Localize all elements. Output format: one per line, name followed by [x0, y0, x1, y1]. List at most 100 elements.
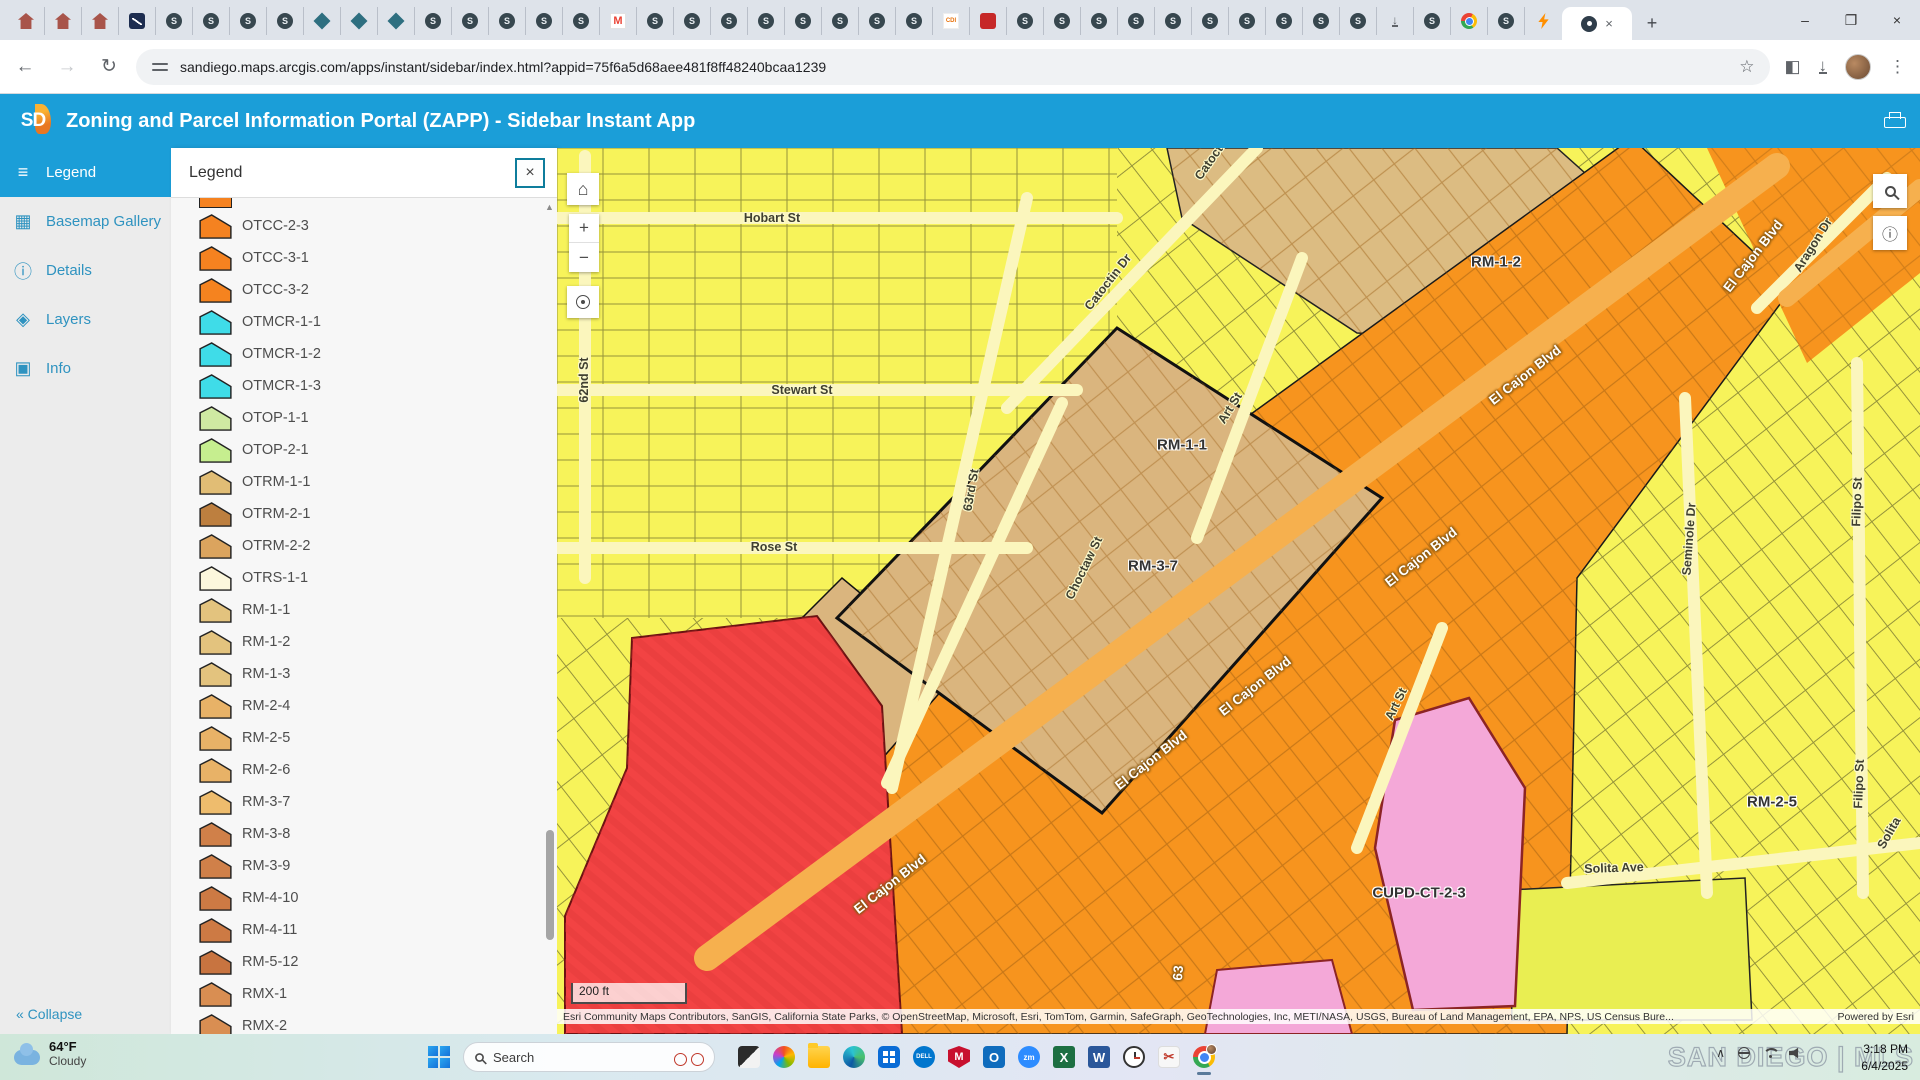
reload-button[interactable]: ↻	[92, 50, 126, 84]
browser-tab[interactable]	[489, 7, 526, 35]
browser-tab[interactable]	[230, 7, 267, 35]
map[interactable]: Hobart StStewart StRose St62nd St63rd St…	[557, 148, 1920, 1034]
browser-tab[interactable]	[378, 7, 415, 35]
browser-tab[interactable]	[970, 7, 1007, 35]
browser-tab[interactable]	[563, 7, 600, 35]
taskbar-app-button[interactable]: DELL	[910, 1042, 938, 1072]
volume-icon[interactable]	[1789, 1047, 1802, 1059]
tray-chevron-icon[interactable]: ∧	[1716, 1046, 1725, 1060]
url-text[interactable]: sandiego.maps.arcgis.com/apps/instant/si…	[180, 59, 826, 75]
browser-tab[interactable]	[822, 7, 859, 35]
back-button[interactable]: ←	[8, 50, 42, 84]
browser-tab[interactable]	[785, 7, 822, 35]
browser-tab[interactable]	[1340, 7, 1377, 35]
scroll-up-icon[interactable]: ▲	[545, 202, 554, 212]
map-search-button[interactable]	[1873, 174, 1907, 208]
browser-tab[interactable]	[304, 7, 341, 35]
legend-scrollbar[interactable]: ▲	[545, 200, 555, 1030]
taskbar-app-button[interactable]: O	[980, 1042, 1008, 1072]
browser-tab[interactable]	[1044, 7, 1081, 35]
browser-tab[interactable]	[526, 7, 563, 35]
taskbar-search[interactable]: Search	[463, 1042, 715, 1072]
browser-tab[interactable]	[415, 7, 452, 35]
browser-tab[interactable]	[748, 7, 785, 35]
browser-tab[interactable]	[8, 7, 45, 35]
sidebar-item[interactable]: Legend	[0, 148, 171, 197]
browser-tab[interactable]	[267, 7, 304, 35]
side-panel-icon[interactable]: ◧	[1784, 57, 1800, 77]
browser-tab[interactable]	[859, 7, 896, 35]
taskbar-app-button[interactable]: M	[945, 1042, 973, 1072]
browser-tab[interactable]	[45, 7, 82, 35]
taskbar-app-button[interactable]: zm	[1015, 1042, 1043, 1072]
browser-tab[interactable]	[452, 7, 489, 35]
browser-tab[interactable]	[600, 7, 637, 35]
taskbar-app-button[interactable]	[1120, 1042, 1148, 1072]
browser-tab[interactable]	[156, 7, 193, 35]
browser-tab-active[interactable]: ×	[1562, 7, 1632, 40]
browser-tab[interactable]	[637, 7, 674, 35]
site-info-icon[interactable]	[152, 61, 168, 73]
browser-tab[interactable]	[1192, 7, 1229, 35]
close-button[interactable]: ×	[1874, 0, 1920, 40]
browser-tab[interactable]	[341, 7, 378, 35]
browser-tab[interactable]	[1525, 7, 1562, 35]
browser-tab[interactable]	[1118, 7, 1155, 35]
print-icon[interactable]	[1884, 112, 1906, 130]
menu-kebab-icon[interactable]: ⋮	[1889, 57, 1906, 77]
legend-close-button[interactable]: ×	[515, 158, 545, 188]
taskbar-app-button[interactable]	[875, 1042, 903, 1072]
taskbar-app-button[interactable]	[840, 1042, 868, 1072]
new-tab-button[interactable]: +	[1638, 10, 1666, 38]
tab-close-icon[interactable]: ×	[1605, 16, 1613, 31]
browser-tab[interactable]	[1488, 7, 1525, 35]
browser-tab[interactable]	[193, 7, 230, 35]
map-info-button[interactable]: ⓘ	[1873, 216, 1907, 250]
download-icon[interactable]: ↓	[1819, 60, 1828, 74]
minimize-button[interactable]: –	[1782, 0, 1828, 40]
sidebar-item[interactable]: Details	[0, 246, 171, 295]
browser-tab[interactable]	[119, 7, 156, 35]
taskbar-app-button[interactable]	[770, 1042, 798, 1072]
locate-button[interactable]	[567, 286, 599, 318]
collapse-button[interactable]: « Collapse	[16, 1006, 82, 1022]
powered-by-esri[interactable]: Powered by Esri	[1838, 1011, 1914, 1023]
start-button[interactable]	[428, 1046, 450, 1068]
bookmark-star-icon[interactable]: ☆	[1739, 57, 1754, 77]
sidebar-item[interactable]: Basemap Gallery	[0, 197, 171, 246]
wifi-icon[interactable]	[1763, 1048, 1776, 1058]
browser-tab[interactable]	[1414, 7, 1451, 35]
browser-tab[interactable]	[1451, 7, 1488, 35]
sidebar-item[interactable]: Layers	[0, 295, 171, 344]
browser-tab[interactable]	[896, 7, 933, 35]
browser-tab[interactable]	[711, 7, 748, 35]
browser-tab[interactable]	[1377, 7, 1414, 35]
forward-button[interactable]: →	[50, 50, 84, 84]
browser-tab[interactable]	[1266, 7, 1303, 35]
taskbar-app-button[interactable]: X	[1050, 1042, 1078, 1072]
taskbar-clock[interactable]: 3:18 PM 6/4/2025	[1861, 1041, 1908, 1075]
browser-tab[interactable]	[1081, 7, 1118, 35]
maximize-button[interactable]: ❐	[1828, 0, 1874, 40]
weather-widget[interactable]: 64°F Cloudy	[14, 1039, 86, 1068]
browser-tab[interactable]	[1155, 7, 1192, 35]
taskbar-app-button[interactable]: ✂	[1155, 1042, 1183, 1072]
browser-tab[interactable]	[1229, 7, 1266, 35]
browser-tab[interactable]	[1007, 7, 1044, 35]
home-button[interactable]: ⌂	[567, 173, 599, 205]
zoom-in-button[interactable]: +	[569, 214, 599, 243]
zoom-out-button[interactable]: −	[569, 243, 599, 272]
url-bar[interactable]: sandiego.maps.arcgis.com/apps/instant/si…	[136, 49, 1770, 85]
scrollbar-thumb[interactable]	[546, 830, 554, 940]
browser-tab[interactable]	[1303, 7, 1340, 35]
taskbar-app-button[interactable]	[1190, 1042, 1218, 1072]
profile-avatar[interactable]	[1845, 54, 1871, 80]
taskbar-app-button[interactable]: W	[1085, 1042, 1113, 1072]
browser-tab[interactable]	[933, 7, 970, 35]
network-globe-icon[interactable]	[1738, 1047, 1750, 1059]
taskbar-app-button[interactable]	[735, 1042, 763, 1072]
taskbar-app-button[interactable]	[805, 1042, 833, 1072]
browser-tab[interactable]	[674, 7, 711, 35]
browser-tab[interactable]	[82, 7, 119, 35]
sidebar-item[interactable]: Info	[0, 344, 171, 393]
